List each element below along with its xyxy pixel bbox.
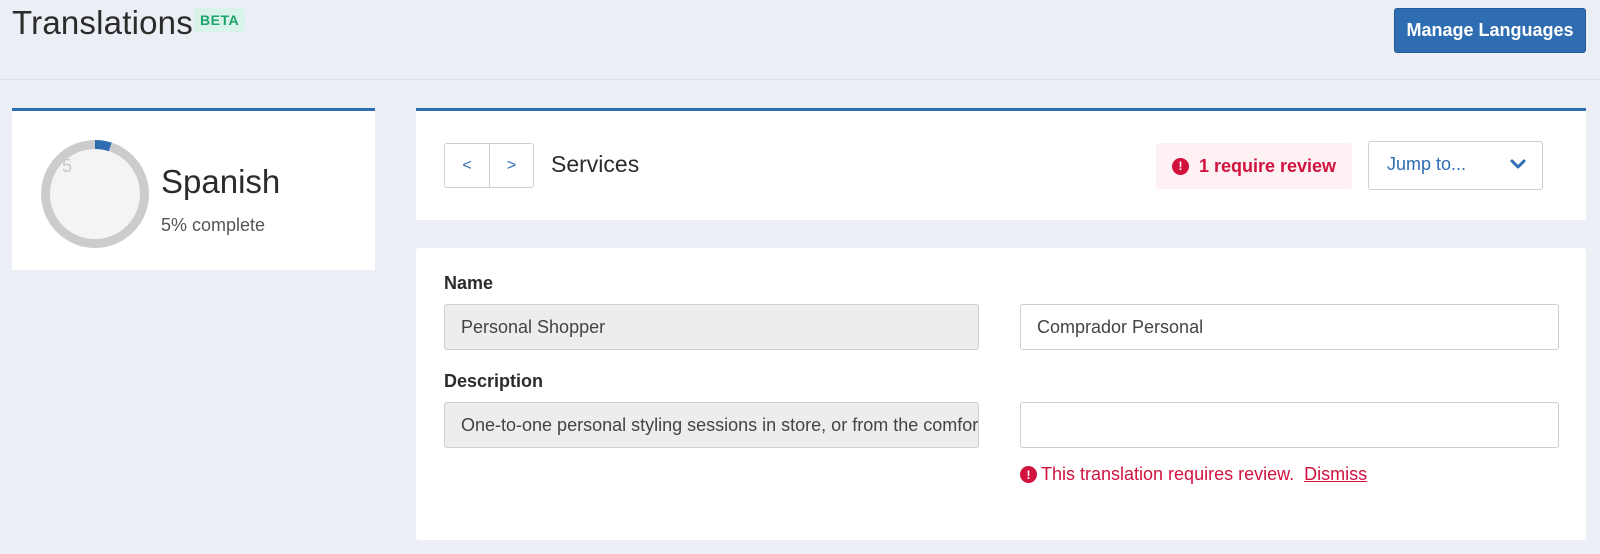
field-label-name: Name xyxy=(444,273,494,293)
translation-fields-card: Name Personal Shopper Description One-to… xyxy=(416,248,1586,540)
page-header: Translations BETA Manage Languages xyxy=(0,0,1600,80)
target-description-input[interactable] xyxy=(1020,402,1559,448)
review-count-badge: ! 1 require review xyxy=(1156,143,1352,189)
source-name-field: Personal Shopper xyxy=(444,304,979,350)
language-card: 5 Spanish 5% complete xyxy=(12,108,375,270)
beta-badge: BETA xyxy=(194,8,246,32)
prev-section-button[interactable]: < xyxy=(445,144,489,187)
manage-languages-button[interactable]: Manage Languages xyxy=(1394,8,1586,53)
progress-ring-label: 5 xyxy=(61,155,72,176)
review-message: ! This translation requires review. Dism… xyxy=(1020,464,1367,485)
alert-icon: ! xyxy=(1171,157,1189,175)
source-description-field: One-to-one personal styling sessions in … xyxy=(444,402,979,448)
target-name-input[interactable] xyxy=(1020,304,1559,350)
language-name: Spanish xyxy=(161,163,281,200)
chevron-down-icon xyxy=(1510,159,1526,169)
page-title: Translations xyxy=(12,4,193,41)
review-count-text: 1 require review xyxy=(1198,155,1337,176)
field-label-description: Description xyxy=(444,371,544,391)
section-pager: < > xyxy=(444,143,534,188)
next-section-button[interactable]: > xyxy=(489,144,533,187)
jump-to-label: Jump to... xyxy=(1387,154,1467,174)
section-header-card: < > Services ! 1 require review Jump to.… xyxy=(416,108,1586,220)
language-complete-text: 5% complete xyxy=(161,215,266,235)
review-message-text: This translation requires review. xyxy=(1041,464,1295,484)
dismiss-link[interactable]: Dismiss xyxy=(1304,464,1367,485)
alert-icon: ! xyxy=(1020,466,1037,483)
jump-to-select[interactable]: Jump to... xyxy=(1368,141,1543,190)
section-title: Services xyxy=(551,151,640,177)
